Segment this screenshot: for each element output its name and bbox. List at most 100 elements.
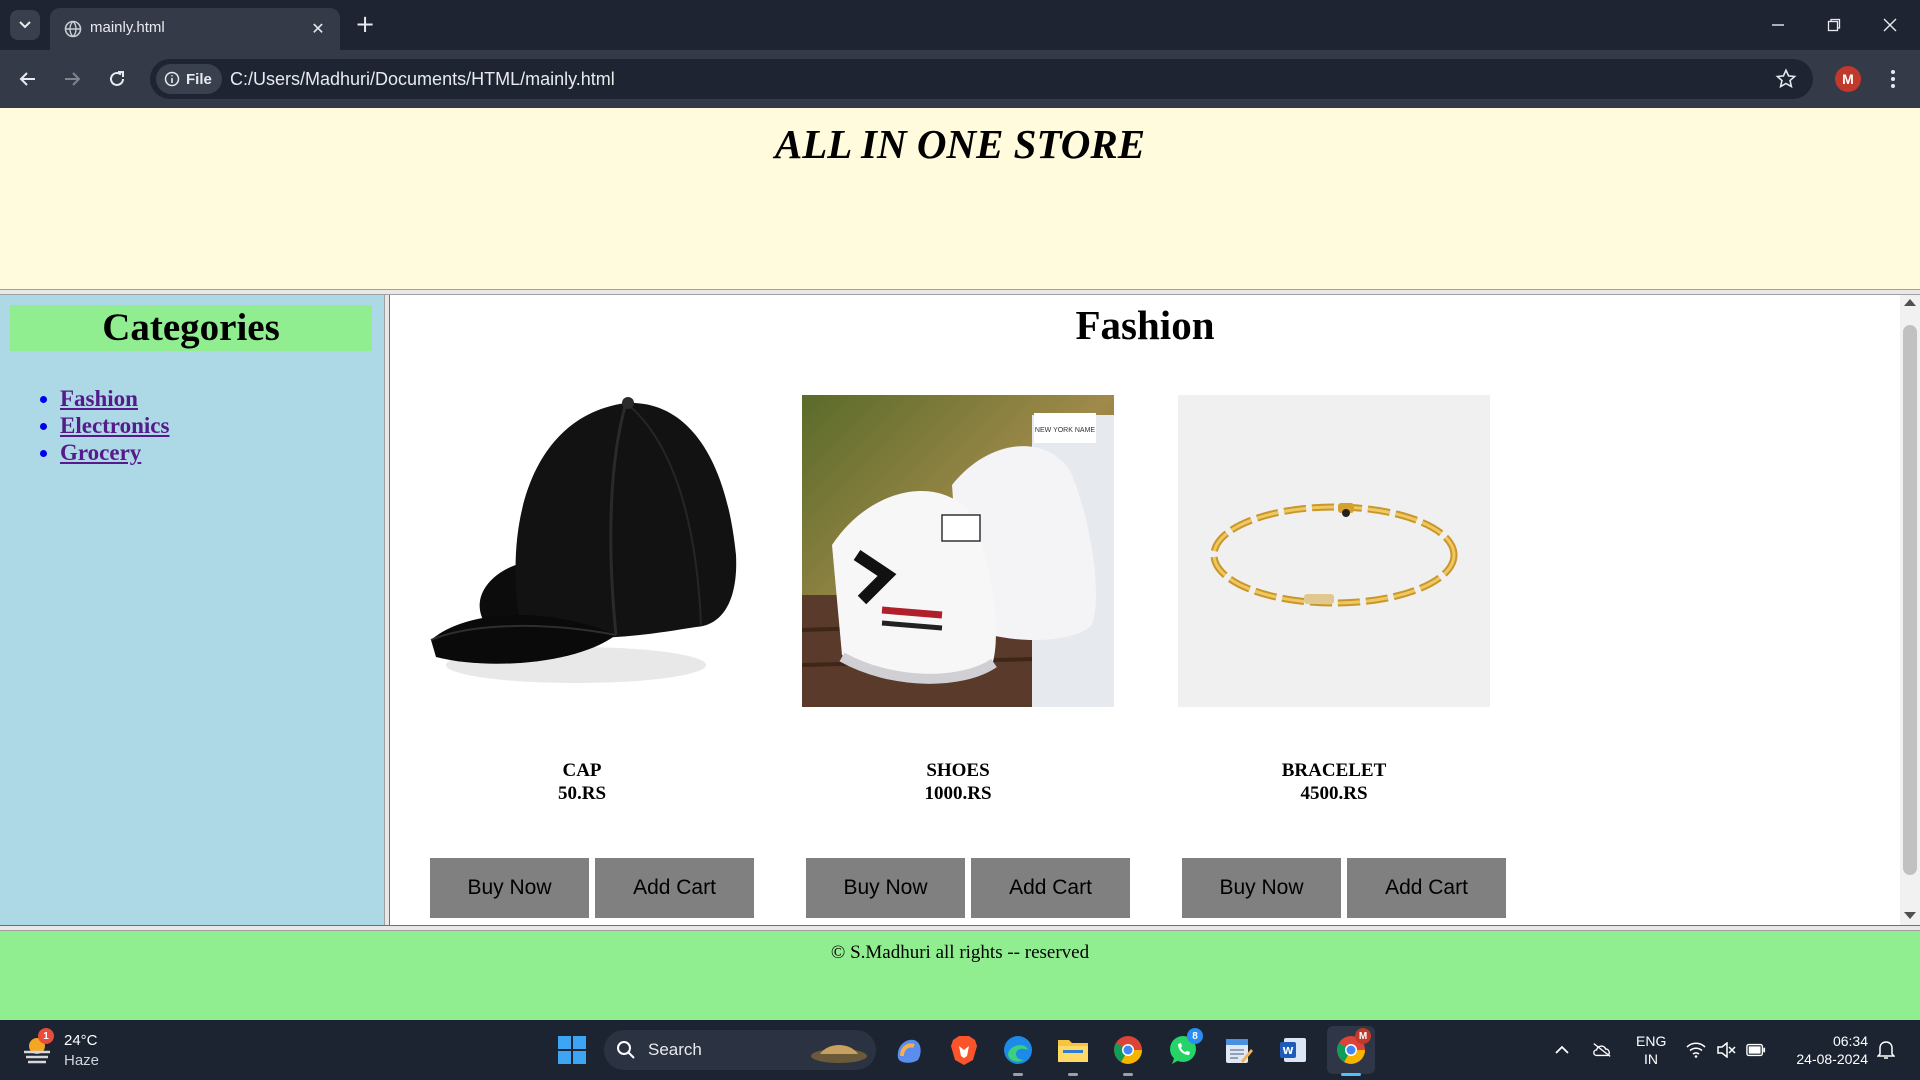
taskbar-search[interactable]: Search <box>604 1030 876 1070</box>
minimize-icon <box>1772 24 1784 26</box>
search-highlight-icon <box>811 1045 867 1063</box>
language-code: ENG <box>1636 1033 1667 1049</box>
running-indicator <box>1068 1073 1078 1076</box>
buy-now-button[interactable]: Buy Now <box>806 858 965 918</box>
scroll-thumb[interactable] <box>1903 325 1917 875</box>
bell-icon <box>1877 1041 1895 1059</box>
volume-tray[interactable] <box>1716 1040 1736 1060</box>
more-vertical-icon <box>1891 70 1895 88</box>
back-button[interactable] <box>14 65 42 93</box>
edge-browser-icon <box>1004 1036 1032 1064</box>
brave-app[interactable] <box>946 1032 982 1068</box>
clock-date: 24-08-2024 <box>1796 1051 1868 1067</box>
weather-notification-badge: 1 <box>38 1028 54 1044</box>
categories-sidebar: Categories Fashion Electronics Grocery <box>0 295 384 925</box>
category-link-fashion[interactable]: Fashion <box>60 386 138 411</box>
footer-copyright: © S.Madhuri all rights -- reserved <box>830 942 1090 963</box>
category-item: Fashion <box>60 385 169 412</box>
tab-title: mainly.html <box>90 19 165 36</box>
category-link-grocery[interactable]: Grocery <box>60 440 141 465</box>
url-text[interactable]: C:/Users/Madhuri/Documents/HTML/mainly.h… <box>230 69 615 90</box>
address-bar[interactable]: File C:/Users/Madhuri/Documents/HTML/mai… <box>150 59 1813 99</box>
product-price: 1000.RS <box>924 783 992 804</box>
show-hidden-icons-button[interactable] <box>1552 1040 1572 1060</box>
weather-widget[interactable]: 1 24°C Haze <box>20 1028 140 1072</box>
whatsapp-unread-badge: 8 <box>1187 1028 1203 1044</box>
battery-tray[interactable] <box>1746 1040 1766 1060</box>
volume-muted-icon <box>1717 1042 1736 1058</box>
active-indicator <box>1341 1073 1361 1076</box>
battery-icon <box>1746 1043 1766 1057</box>
scroll-up-arrow[interactable] <box>1904 299 1916 306</box>
buy-now-button[interactable]: Buy Now <box>430 858 589 918</box>
globe-icon <box>64 20 82 38</box>
windows-taskbar: 1 24°C Haze Search 8 W M ENG IN 06:34 24… <box>0 1020 1920 1080</box>
arrow-right-icon <box>65 72 81 86</box>
bookmark-star-icon[interactable] <box>1775 68 1797 90</box>
search-icon <box>617 1041 635 1059</box>
notepad-app[interactable] <box>1220 1032 1256 1068</box>
product-price: 4500.RS <box>1300 783 1368 804</box>
browser-tab[interactable]: mainly.html ✕ <box>50 8 340 50</box>
wifi-icon <box>1686 1042 1706 1058</box>
category-list: Fashion Electronics Grocery <box>38 385 169 466</box>
restore-button[interactable] <box>1814 10 1854 40</box>
product-name: SHOES <box>926 760 990 781</box>
minimize-button[interactable] <box>1758 10 1798 40</box>
running-indicator <box>1013 1073 1023 1076</box>
browser-tab-strip: mainly.html ✕ + <box>0 0 1920 50</box>
restore-icon <box>1827 18 1841 32</box>
svg-text:W: W <box>1282 1046 1293 1057</box>
category-item: Grocery <box>60 439 169 466</box>
forward-button[interactable] <box>58 65 86 93</box>
web-page: ALL IN ONE STORE Categories Fashion Elec… <box>0 108 1920 1020</box>
copilot-app[interactable] <box>890 1032 926 1068</box>
reload-button[interactable] <box>103 65 131 93</box>
new-tab-button[interactable]: + <box>352 12 378 38</box>
chrome-icon <box>1114 1036 1142 1064</box>
word-app[interactable]: W <box>1275 1032 1311 1068</box>
site-info-chip[interactable]: File <box>156 64 222 94</box>
chrome-app-profile[interactable] <box>1110 1032 1146 1076</box>
wifi-tray[interactable] <box>1686 1040 1706 1060</box>
file-chip-label: File <box>186 70 212 88</box>
chrome-app-active[interactable]: M <box>1333 1028 1371 1076</box>
product-name: BRACELET <box>1281 760 1387 781</box>
windows-logo-icon <box>558 1036 586 1064</box>
arrow-left-icon <box>19 72 35 86</box>
browser-toolbar: File C:/Users/Madhuri/Documents/HTML/mai… <box>0 50 1920 108</box>
add-cart-button[interactable]: Add Cart <box>595 858 754 918</box>
shoe-tag-text: NEW YORK NAME <box>1035 427 1095 434</box>
cloud-off-icon <box>1593 1043 1611 1057</box>
folder-icon <box>1058 1040 1088 1062</box>
product-name: CAP <box>562 760 602 781</box>
start-button[interactable] <box>554 1032 590 1068</box>
buy-now-button[interactable]: Buy Now <box>1182 858 1341 918</box>
shoes-image: NEW YORK NAME <box>802 395 1114 707</box>
system-clock[interactable]: 06:34 24-08-2024 <box>1780 1032 1868 1068</box>
chrome-profile-badge: M <box>1355 1028 1371 1044</box>
edge-app[interactable] <box>1000 1032 1036 1076</box>
browser-menu-button[interactable] <box>1880 65 1906 93</box>
add-cart-button[interactable]: Add Cart <box>971 858 1130 918</box>
input-language-indicator[interactable]: ENG IN <box>1636 1032 1666 1068</box>
profile-avatar[interactable]: M <box>1835 66 1861 92</box>
tab-close-icon[interactable]: ✕ <box>308 19 328 39</box>
notifications-button[interactable] <box>1876 1040 1896 1060</box>
tab-search-button[interactable] <box>10 10 40 40</box>
categories-heading: Categories <box>10 305 372 351</box>
reload-icon <box>110 71 124 86</box>
category-link-electronics[interactable]: Electronics <box>60 413 169 438</box>
add-cart-button[interactable]: Add Cart <box>1347 858 1506 918</box>
file-explorer-app[interactable] <box>1055 1032 1091 1076</box>
content-scrollbar[interactable] <box>1900 295 1920 925</box>
category-item: Electronics <box>60 412 169 439</box>
chevron-up-icon <box>1555 1045 1569 1054</box>
page-footer: © S.Madhuri all rights -- reserved <box>0 931 1920 1020</box>
window-close-button[interactable] <box>1870 10 1910 40</box>
section-title: Fashion <box>1075 302 1215 348</box>
copilot-icon <box>897 1039 921 1063</box>
whatsapp-app[interactable]: 8 <box>1165 1028 1203 1068</box>
scroll-down-arrow[interactable] <box>1904 912 1916 919</box>
onedrive-tray[interactable] <box>1592 1040 1612 1060</box>
